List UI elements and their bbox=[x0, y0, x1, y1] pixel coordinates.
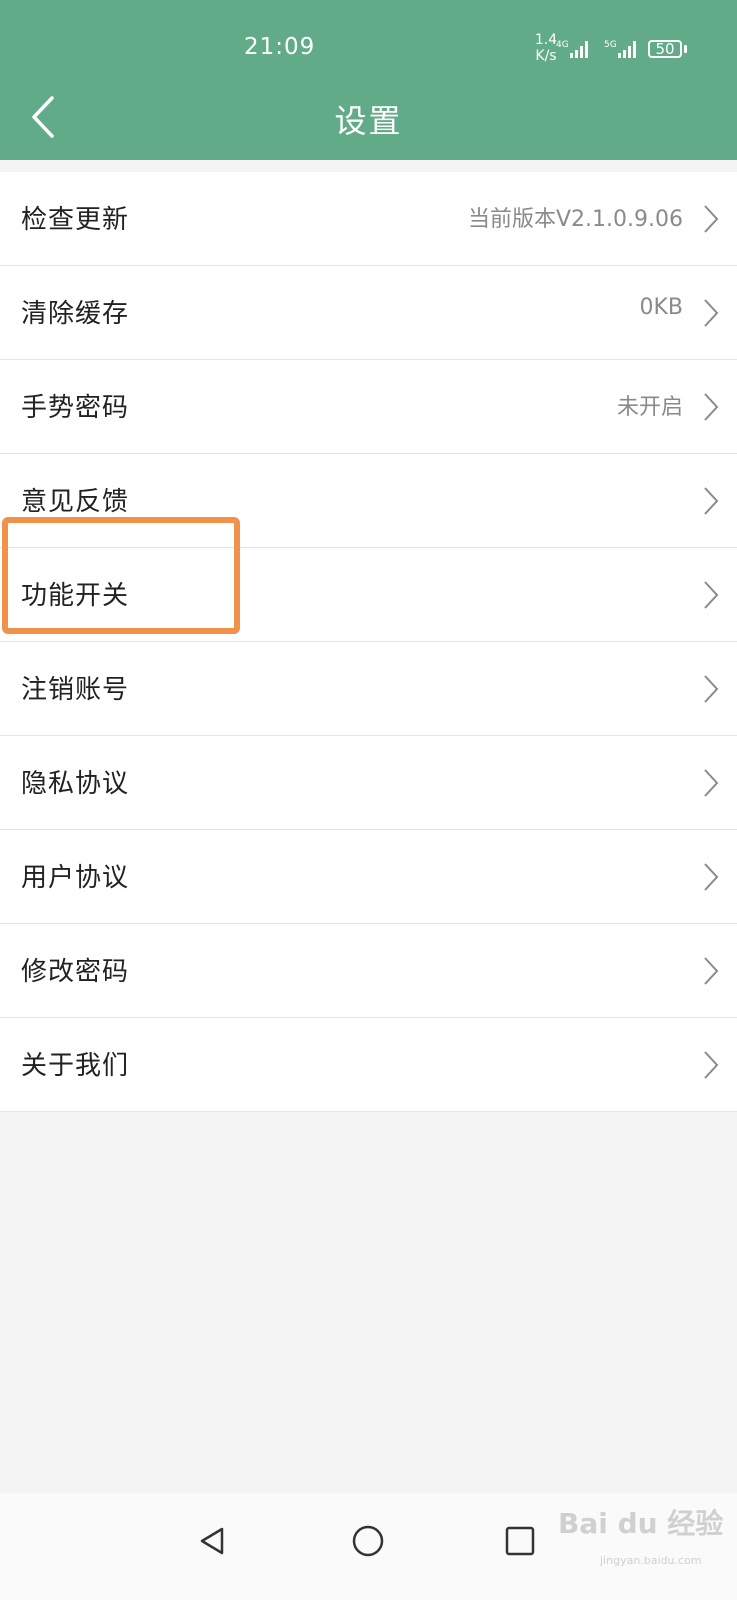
settings-row-value: 0KB bbox=[639, 295, 683, 320]
settings-row-label: 手势密码 bbox=[21, 393, 130, 423]
chevron-right-icon bbox=[704, 863, 719, 891]
settings-row-label: 注销账号 bbox=[21, 675, 130, 705]
battery-tip bbox=[684, 45, 687, 53]
settings-row-value: 当前版本V2.1.0.9.06 bbox=[467, 207, 683, 232]
chevron-right-icon bbox=[704, 299, 719, 327]
settings-row[interactable]: 注销账号 bbox=[0, 642, 737, 736]
svg-text:5G: 5G bbox=[604, 40, 617, 50]
chevron-right-icon bbox=[704, 1051, 719, 1079]
settings-row[interactable]: 手势密码 未开启 bbox=[0, 360, 737, 454]
settings-row-value: 未开启 bbox=[616, 395, 683, 420]
settings-row-label: 修改密码 bbox=[21, 957, 130, 987]
settings-row-label: 清除缓存 bbox=[21, 299, 130, 329]
watermark-url: jingyan.baidu.com bbox=[600, 1554, 702, 1567]
settings-row[interactable]: 检查更新 当前版本V2.1.0.9.06 bbox=[0, 172, 737, 266]
settings-row-label: 检查更新 bbox=[21, 205, 130, 235]
settings-row-label: 隐私协议 bbox=[21, 769, 130, 799]
page-title: 设置 bbox=[334, 102, 403, 140]
nav-recents-icon[interactable] bbox=[500, 1521, 540, 1561]
settings-row[interactable]: 用户协议 bbox=[0, 830, 737, 924]
chevron-right-icon bbox=[704, 769, 719, 797]
battery-icon: 50 bbox=[648, 40, 682, 58]
settings-list: 检查更新 当前版本V2.1.0.9.06 清除缓存 0KB 手势密码 未开启 意见反馈 功能开… bbox=[0, 172, 737, 1112]
settings-row-label: 关于我们 bbox=[21, 1051, 130, 1081]
watermark-brand: Bai du 经验 bbox=[558, 1507, 724, 1540]
chevron-right-icon bbox=[704, 581, 719, 609]
chevron-right-icon bbox=[704, 487, 719, 515]
signal-4g-icon: 4G bbox=[556, 40, 588, 58]
chevron-right-icon bbox=[704, 393, 719, 421]
highlight-box bbox=[2, 517, 240, 634]
header-bar: 21:09 1.4 K/s 4G 5G 50 设置 bbox=[0, 0, 737, 160]
clock: 21:09 bbox=[244, 34, 316, 60]
settings-row[interactable]: 修改密码 bbox=[0, 924, 737, 1018]
settings-row[interactable]: 清除缓存 0KB bbox=[0, 266, 737, 360]
baidu-watermark: Bai du 经验 jingyan.baidu.com bbox=[558, 1502, 728, 1582]
settings-row-label: 用户协议 bbox=[21, 863, 130, 893]
signal-5g-icon: 5G bbox=[604, 40, 636, 58]
settings-row[interactable]: 隐私协议 bbox=[0, 736, 737, 830]
nav-home-icon[interactable] bbox=[348, 1521, 388, 1561]
settings-row[interactable]: 关于我们 bbox=[0, 1018, 737, 1112]
chevron-right-icon bbox=[704, 957, 719, 985]
svg-text:4G: 4G bbox=[556, 40, 569, 50]
chevron-right-icon bbox=[704, 675, 719, 703]
chevron-right-icon bbox=[704, 205, 719, 233]
status-bar: 21:09 1.4 K/s 4G 5G 50 bbox=[0, 0, 737, 90]
nav-back-icon[interactable] bbox=[194, 1521, 234, 1561]
settings-row-label: 意见反馈 bbox=[21, 487, 130, 517]
